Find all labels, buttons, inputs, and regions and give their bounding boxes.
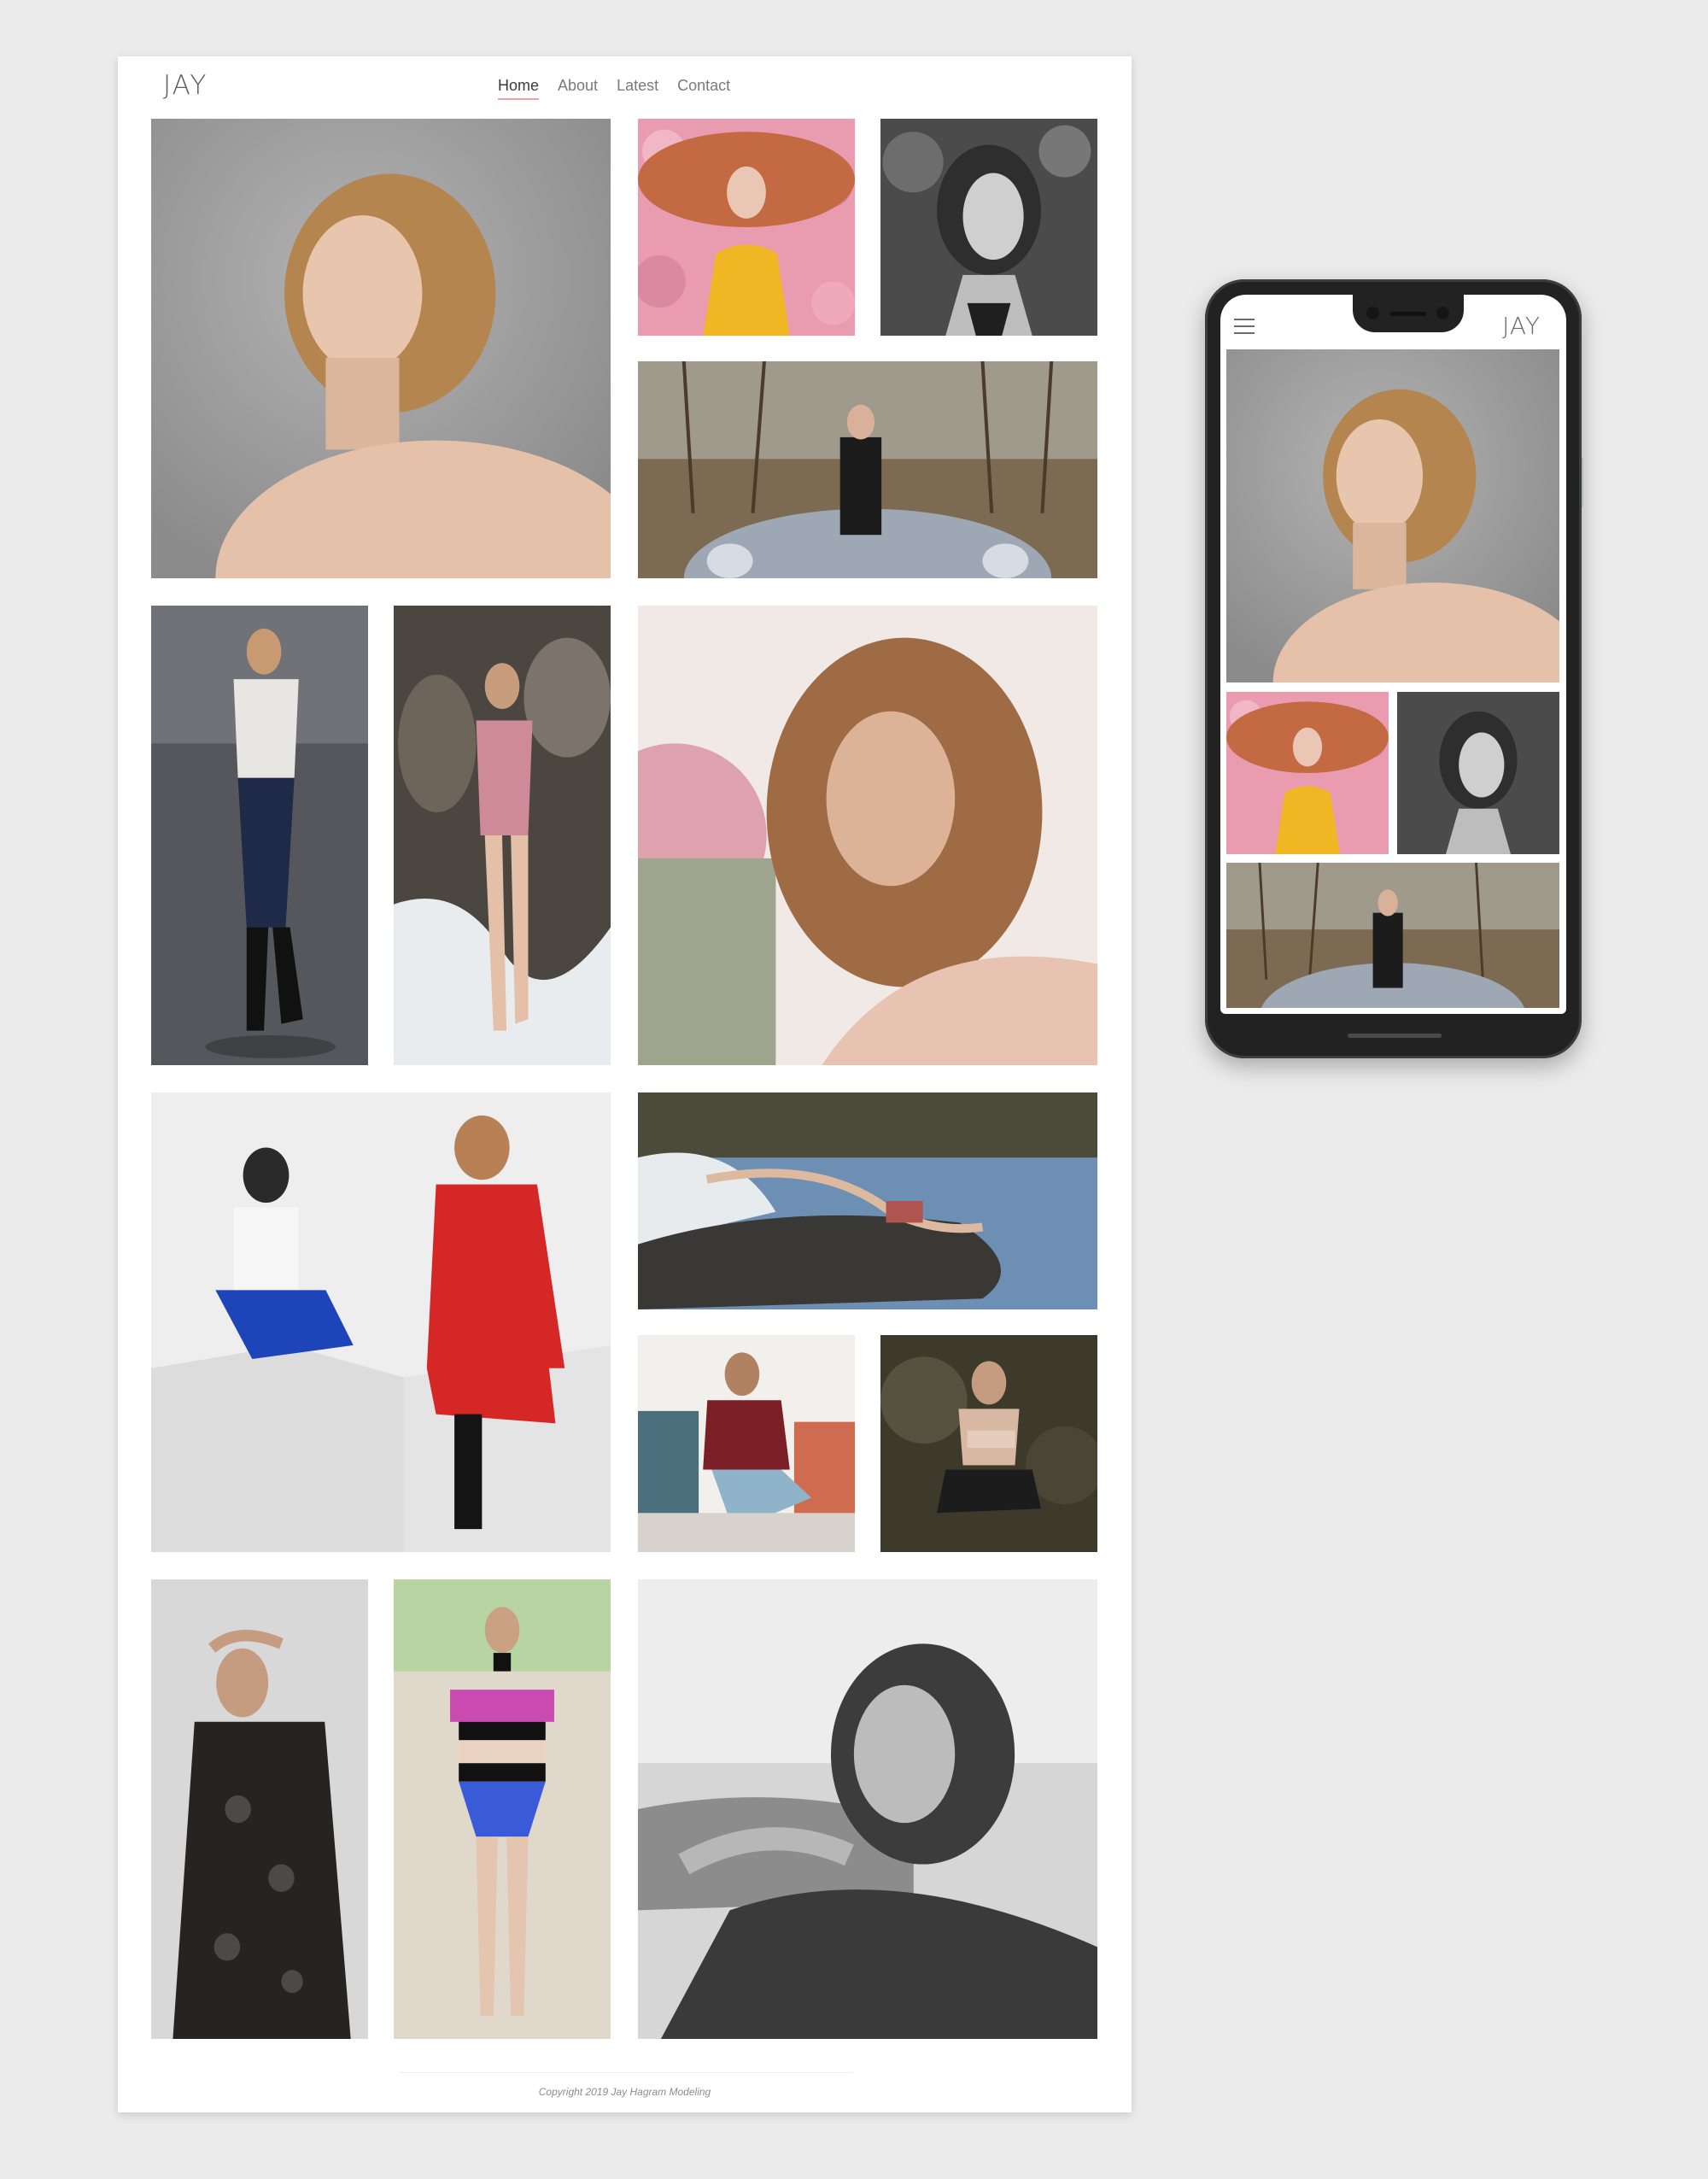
mobile-photo-bw-portrait[interactable] [1397,692,1559,854]
phone-notch [1353,295,1464,332]
gallery-photo-runway-print[interactable] [394,1579,611,2039]
gallery-photo-lace-lingerie[interactable] [880,1335,1097,1552]
mobile-photo-orange-hat[interactable] [1226,692,1389,854]
nav-home[interactable]: Home [498,77,540,100]
gallery-photo-portrait-gray[interactable] [151,119,611,578]
gallery-photo-closeup-flowers[interactable] [638,606,1097,1065]
hamburger-menu-icon[interactable] [1234,319,1255,339]
gallery-photo-maroon-sweater[interactable] [638,1335,855,1552]
footer-copyright: Copyright 2019 Jay Hagram Modeling [538,2086,711,2098]
camera-icon [1366,307,1379,319]
mobile-photo-car-forest[interactable] [1226,863,1559,1008]
gallery-photo-two-models[interactable] [151,1092,611,1552]
gallery-photo-full-length-boots[interactable] [151,606,368,1065]
nav-latest[interactable]: Latest [617,77,658,100]
gallery-photo-waterfall-pink[interactable] [394,606,611,1065]
site-logo[interactable]: JAY [163,70,208,101]
phone-screen: JAY [1220,295,1566,1014]
gallery-photo-bw-portrait[interactable] [880,119,1097,336]
phone-mockup: JAY [1205,279,1582,1058]
footer-divider [400,2072,852,2073]
main-nav: Home About Latest Contact [498,77,730,100]
nav-about[interactable]: About [558,77,598,100]
gallery-photo-bw-sweater[interactable] [638,1579,1097,2039]
gallery-photo-car-forest[interactable] [638,361,1097,578]
speaker-grille [1390,312,1426,316]
gallery-photo-orange-hat[interactable] [638,119,855,336]
gallery-photo-black-lace[interactable] [151,1579,368,2039]
mobile-photo-portrait-gray[interactable] [1226,349,1559,682]
mobile-site-logo[interactable]: JAY [1502,312,1541,340]
nav-contact[interactable]: Contact [677,77,730,100]
phone-home-indicator [1348,1034,1442,1038]
camera-icon [1436,307,1449,319]
gallery-photo-reclining-rocks[interactable] [638,1092,1097,1309]
desktop-page-mockup: JAY Home About Latest Contact Copyright … [118,56,1132,2112]
